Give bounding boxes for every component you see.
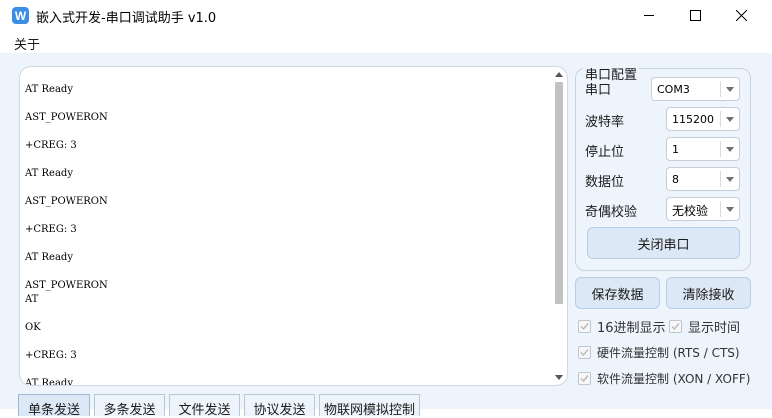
receive-line <box>25 97 549 111</box>
scroll-up-arrow-icon[interactable] <box>555 72 563 77</box>
receive-line <box>25 363 549 377</box>
checkmark-icon <box>580 323 589 331</box>
receive-line: +CREG: 3 <box>25 224 77 235</box>
app-icon: W <box>12 7 29 24</box>
receive-line: AT Ready <box>25 84 73 95</box>
stop-bits-label: 停止位 <box>585 145 625 160</box>
minimize-icon <box>643 15 654 16</box>
tab-single-send[interactable]: 单条发送 <box>18 394 90 418</box>
clear-receive-button[interactable]: 清除接收 <box>666 277 751 309</box>
receive-line <box>25 265 549 279</box>
hex-display-label: 16进制显示 <box>597 321 666 336</box>
parity-label: 奇偶校验 <box>585 205 638 220</box>
hardware-flow-control-checkbox[interactable]: 硬件流量控制 (RTS / CTS) <box>578 344 740 361</box>
tab-iot-simulation[interactable]: 物联网模拟控制 <box>319 394 420 418</box>
menu-bar: 关于 <box>0 31 772 53</box>
hardware-flow-control-label: 硬件流量控制 (RTS / CTS) <box>597 346 740 360</box>
chevron-down-icon <box>726 117 734 122</box>
close-button[interactable] <box>718 0 764 31</box>
receive-line <box>25 307 549 321</box>
close-port-button[interactable]: 关闭串口 <box>587 227 740 259</box>
hex-display-checkbox[interactable]: 16进制显示 <box>578 317 666 336</box>
stop-bits-select[interactable]: 1 <box>666 137 740 161</box>
data-bits-label: 数据位 <box>585 175 625 190</box>
save-data-button[interactable]: 保存数据 <box>575 277 660 309</box>
receive-lines: AT Ready AST_POWERON +CREG: 3 AT Ready AST_P… <box>25 83 549 386</box>
parity-select[interactable]: 无校验 <box>666 197 740 221</box>
tab-multi-send[interactable]: 多条发送 <box>94 394 165 418</box>
checkmark-icon <box>671 323 680 331</box>
receive-line <box>25 125 549 139</box>
checkmark-icon <box>580 375 589 383</box>
checkmark-icon <box>580 349 589 357</box>
chevron-down-icon <box>726 87 734 92</box>
show-time-label: 显示时间 <box>688 321 741 336</box>
maximize-icon <box>689 10 701 21</box>
data-bits-select[interactable]: 8 <box>666 167 740 191</box>
maximize-button[interactable] <box>672 0 718 31</box>
baud-rate-select[interactable]: 115200 <box>666 107 740 131</box>
tab-file-send[interactable]: 文件发送 <box>169 394 240 418</box>
main-panel: AT Ready AST_POWERON +CREG: 3 AT Ready AST_P… <box>0 53 772 418</box>
close-icon <box>735 10 747 21</box>
title-bar: W 嵌入式开发-串口调试助手 v1.0 <box>0 0 772 31</box>
receive-line: AST_POWERON <box>25 196 108 207</box>
receive-line <box>25 209 549 223</box>
checkbox-box <box>578 320 591 333</box>
checkbox-box <box>578 346 591 359</box>
port-select[interactable]: COM3 <box>651 77 740 101</box>
checkbox-box <box>578 372 591 385</box>
software-flow-control-checkbox[interactable]: 软件流量控制 (XON / XOFF) <box>578 370 750 387</box>
receive-line <box>25 181 549 195</box>
scroll-thumb[interactable] <box>555 82 563 304</box>
show-time-checkbox[interactable]: 显示时间 <box>669 317 740 336</box>
data-bits-value: 8 <box>672 173 679 186</box>
receive-scrollbar[interactable] <box>553 69 565 383</box>
receive-line: AT <box>25 294 39 305</box>
receive-line <box>25 153 549 167</box>
receive-line <box>25 237 549 251</box>
menu-about[interactable]: 关于 <box>14 34 40 53</box>
baud-rate-label: 波特率 <box>585 115 625 130</box>
receive-line <box>25 335 549 349</box>
tab-protocol-send[interactable]: 协议发送 <box>244 394 315 418</box>
window-title: 嵌入式开发-串口调试助手 v1.0 <box>36 11 217 26</box>
checkbox-box <box>669 320 682 333</box>
baud-rate-value: 115200 <box>672 113 714 126</box>
receive-line: AT Ready <box>25 252 73 263</box>
port-value: COM3 <box>657 83 690 96</box>
software-flow-control-label: 软件流量控制 (XON / XOFF) <box>597 372 751 386</box>
chevron-down-icon <box>726 177 734 182</box>
receive-line: +CREG: 3 <box>25 350 77 361</box>
chevron-down-icon <box>726 207 734 212</box>
receive-line: AT Ready <box>25 378 73 386</box>
receive-line: AST_POWERON <box>25 112 108 123</box>
receive-line: AT Ready <box>25 168 73 179</box>
scroll-down-arrow-icon[interactable] <box>555 375 563 380</box>
receive-text-area[interactable]: AT Ready AST_POWERON +CREG: 3 AT Ready AST_P… <box>19 66 568 386</box>
parity-value: 无校验 <box>672 204 709 218</box>
receive-line: AST_POWERON <box>25 280 108 291</box>
port-label: 串口 <box>585 83 612 98</box>
minimize-button[interactable] <box>626 0 672 31</box>
receive-line: +CREG: 3 <box>25 140 77 151</box>
receive-line: OK <box>25 322 41 333</box>
chevron-down-icon <box>726 147 734 152</box>
stop-bits-value: 1 <box>672 143 679 156</box>
